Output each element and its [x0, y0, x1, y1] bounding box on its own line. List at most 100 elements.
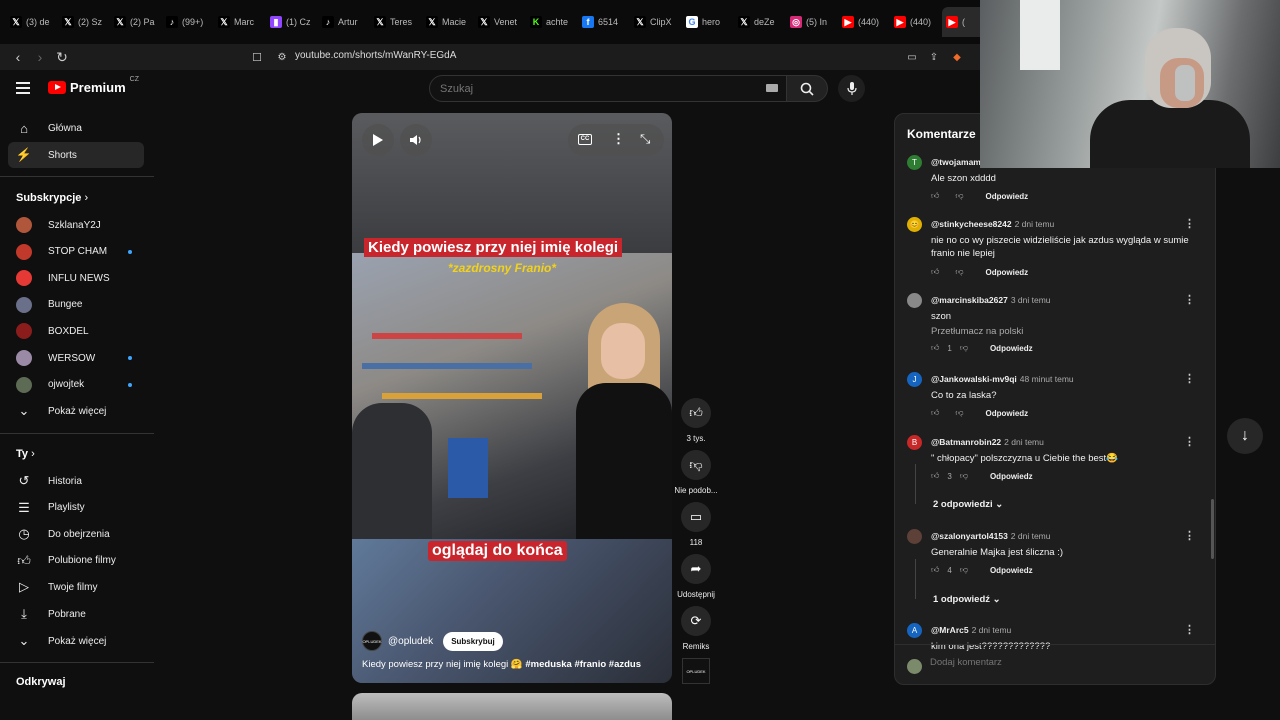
thumbs-up-icon[interactable]: 👍︎: [931, 565, 939, 575]
thumbs-up-icon[interactable]: 👍︎: [931, 408, 939, 418]
thumbs-up-icon[interactable]: 👍︎: [931, 343, 939, 353]
comment-author[interactable]: @Jankowalski-mv9qi 48 minut temu: [931, 374, 1074, 384]
scrollbar[interactable]: [1211, 499, 1214, 559]
keyboard-icon[interactable]: [766, 84, 778, 92]
sidebar-item[interactable]: ⌂ Główna: [8, 115, 144, 141]
like-action[interactable]: 👍︎ 3 tys.: [674, 398, 718, 443]
commenter-avatar[interactable]: J: [907, 372, 922, 387]
browser-tab[interactable]: 𝕏 Teres: [370, 7, 422, 37]
subscription-item[interactable]: ojwojtek: [8, 372, 144, 398]
comment-menu-icon[interactable]: ⋮: [1184, 623, 1195, 636]
thumbs-down-icon[interactable]: 👎︎: [960, 343, 968, 353]
voice-search-button[interactable]: [838, 75, 865, 102]
browser-tab[interactable]: ♪ Artur: [318, 7, 370, 37]
more-options-icon[interactable]: ⋮: [612, 131, 625, 147]
forward-icon[interactable]: ›: [30, 47, 50, 67]
browser-tab[interactable]: 𝕏 (2) Pa: [110, 7, 162, 37]
comment-menu-icon[interactable]: ⋮: [1184, 529, 1195, 542]
thumbs-down-icon[interactable]: 👎︎: [955, 408, 963, 418]
browser-tab[interactable]: f 6514: [578, 7, 630, 37]
subscription-item[interactable]: SzklanaY2J: [8, 212, 144, 238]
comment-author[interactable]: @MrArc5 2 dni temu: [931, 625, 1011, 635]
browser-tab[interactable]: 𝕏 ClipX: [630, 7, 682, 37]
subscription-item[interactable]: INFLU NEWS: [8, 265, 144, 291]
channel-name[interactable]: @opludek: [388, 636, 433, 647]
bookmark-icon[interactable]: ☐: [247, 47, 267, 67]
youtube-premium-logo[interactable]: Premium CZ: [48, 76, 139, 95]
volume-button[interactable]: [400, 124, 432, 156]
scroll-down-button[interactable]: ↓: [1227, 418, 1263, 454]
browser-tab[interactable]: 𝕏 (2) Sz: [58, 7, 110, 37]
subscription-item[interactable]: Bungee: [8, 292, 144, 318]
thumbs-down-icon[interactable]: 👎︎: [955, 267, 963, 277]
thumbs-down-icon[interactable]: 👎︎: [960, 471, 968, 481]
next-short-preview[interactable]: [352, 693, 672, 720]
browser-tab[interactable]: Kachte: [526, 7, 578, 37]
comment-author[interactable]: @stinkycheese8242 2 dni temu: [931, 219, 1054, 229]
remix-action[interactable]: ⟳ Remiks: [674, 606, 718, 651]
sidebar-item[interactable]: ☰ Playlisty: [8, 495, 144, 521]
sidebar-item[interactable]: ⚡ Shorts: [8, 142, 144, 168]
sidebar-item[interactable]: ▷ Twoje filmy: [8, 574, 144, 600]
description-tags[interactable]: #meduska #franio #azdus: [523, 659, 641, 670]
reply-button[interactable]: Odpowiedz: [986, 409, 1029, 418]
reply-button[interactable]: Odpowiedz: [990, 566, 1033, 575]
comment-author[interactable]: @marcinskiba2627 3 dni temu: [931, 295, 1051, 305]
shorts-video-player[interactable]: Kiedy powiesz przy niej imię kolegi *zaz…: [352, 113, 672, 683]
commenter-avatar[interactable]: A: [907, 623, 922, 638]
subscription-item[interactable]: BOXDEL: [8, 318, 144, 344]
sidebar-item[interactable]: ↺ Historia: [8, 468, 144, 494]
sound-thumbnail[interactable]: OPLUDEK: [682, 658, 710, 684]
commenter-avatar[interactable]: 😊: [907, 217, 922, 232]
comment-author[interactable]: @szalonyartol4153 2 dni temu: [931, 531, 1051, 541]
thumbs-down-icon[interactable]: 👎︎: [960, 565, 968, 575]
reply-button[interactable]: Odpowiedz: [990, 472, 1033, 481]
add-comment-input[interactable]: [930, 657, 1190, 668]
sidebar-item[interactable]: ⌄ Pokaż więcej: [8, 398, 144, 424]
site-info-icon[interactable]: ⚙: [272, 47, 292, 67]
sidebar-section-title[interactable]: Odkrywaj: [16, 676, 66, 688]
view-replies-button[interactable]: 2 odpowiedzi ⌄: [933, 499, 1003, 510]
comment-author[interactable]: @Batmanrobin22 2 dni temu: [931, 437, 1044, 447]
sidebar-section-title[interactable]: Subskrypcje ›: [16, 192, 88, 204]
search-input[interactable]: [430, 76, 730, 101]
comments-action[interactable]: ▭ 118: [674, 502, 718, 547]
share-action[interactable]: ➦ Udostępnij: [674, 554, 718, 599]
browser-tab[interactable]: 𝕏 (3) de: [6, 7, 58, 37]
comment-menu-icon[interactable]: ⋮: [1184, 293, 1195, 306]
search-button[interactable]: [786, 75, 828, 102]
captions-icon[interactable]: CC: [578, 134, 592, 145]
browser-tab[interactable]: 𝕏 Marc: [214, 7, 266, 37]
sidebar-item[interactable]: ⌄ Pokaż więcej: [8, 628, 144, 654]
url-field[interactable]: youtube.com/shorts/mWanRY-EGdA: [295, 50, 456, 61]
thumbs-up-icon[interactable]: 👍︎: [931, 191, 939, 201]
browser-tab[interactable]: ▮ (1) Cz: [266, 7, 318, 37]
thumbs-down-icon[interactable]: 👎︎: [955, 191, 963, 201]
thumbs-up-icon[interactable]: 👍︎: [931, 471, 939, 481]
reply-button[interactable]: Odpowiedz: [990, 344, 1033, 353]
subscription-item[interactable]: WERSOW: [8, 345, 144, 371]
cast-icon[interactable]: ▭: [902, 47, 922, 67]
menu-icon[interactable]: [16, 82, 30, 97]
commenter-avatar[interactable]: T: [907, 155, 922, 170]
comment-menu-icon[interactable]: ⋮: [1184, 372, 1195, 385]
sidebar-item[interactable]: 👍︎ Polubione filmy: [8, 548, 144, 574]
commenter-avatar[interactable]: [907, 529, 922, 544]
back-icon[interactable]: ‹: [8, 47, 28, 67]
subscribe-button[interactable]: Subskrybuj: [443, 631, 503, 651]
reply-button[interactable]: Odpowiedz: [986, 268, 1029, 277]
video-description[interactable]: Kiedy powiesz przy niej imię kolegi 🤗 #m…: [362, 659, 641, 670]
comment-menu-icon[interactable]: ⋮: [1184, 435, 1195, 448]
channel-avatar[interactable]: OPLUDEK: [362, 631, 382, 651]
browser-tab[interactable]: 𝕏deZe: [734, 7, 786, 37]
subscription-item[interactable]: STOP CHAM: [8, 239, 144, 265]
dislike-action[interactable]: 👎︎ Nie podob...: [674, 450, 718, 495]
browser-tab[interactable]: 𝕏 Macie: [422, 7, 474, 37]
sidebar-section-title[interactable]: Ty ›: [16, 448, 35, 460]
browser-tab[interactable]: ▶ (440): [838, 7, 890, 37]
browser-tab[interactable]: ◎ (5) In: [786, 7, 838, 37]
view-replies-button[interactable]: 1 odpowiedź ⌄: [933, 594, 1001, 605]
commenter-avatar[interactable]: [907, 293, 922, 308]
browser-tab[interactable]: ♪ (99+): [162, 7, 214, 37]
browser-tab[interactable]: Ghero: [682, 7, 734, 37]
